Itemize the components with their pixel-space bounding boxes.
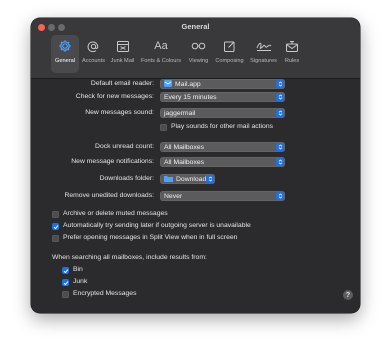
junk-tray-icon	[114, 37, 132, 55]
tab-rules[interactable]: Rules	[280, 35, 304, 73]
tab-label: Fonts & Colours	[140, 58, 182, 64]
default-reader-popup[interactable]: Mail.app	[160, 79, 285, 89]
compose-icon	[221, 37, 239, 55]
help-button[interactable]: ?	[343, 290, 353, 300]
chevron-updown-icon	[276, 158, 284, 166]
tab-accounts[interactable]: Accounts	[79, 35, 108, 73]
chevron-updown-icon	[206, 175, 214, 183]
tab-junk-mail[interactable]: Junk Mail	[108, 35, 137, 73]
archive-muted-label: Archive or delete muted messages	[63, 210, 168, 217]
encrypted-label: Encrypted Messages	[73, 290, 137, 297]
chevron-updown-icon	[276, 143, 284, 151]
notifications-popup[interactable]: All Mailboxes	[160, 157, 285, 167]
mail-app-icon	[164, 79, 172, 89]
archive-muted-checkbox[interactable]	[52, 211, 59, 218]
tab-label: Signatures	[250, 58, 277, 64]
preference-tabs: General Accounts Junk Mail Aa Fonts & Co…	[51, 35, 304, 73]
downloads-folder-label: Downloads folder:	[99, 175, 154, 182]
toolbar: General General Accounts Junk Mail Aa Fo…	[31, 18, 360, 79]
chevron-updown-icon	[276, 80, 284, 88]
default-reader-label: Default email reader:	[90, 80, 154, 87]
tab-label: Composing	[215, 58, 244, 64]
chevron-updown-icon	[276, 109, 284, 117]
remove-downloads-popup[interactable]: Never	[160, 191, 285, 201]
dock-unread-value: All Mailboxes	[164, 143, 205, 151]
tab-fonts-colours[interactable]: Aa Fonts & Colours	[137, 35, 185, 73]
search-heading: When searching all mailboxes, include re…	[52, 254, 207, 261]
tab-label: Viewing	[188, 58, 209, 64]
check-messages-popup[interactable]: Every 15 minutes	[160, 92, 285, 102]
folder-icon	[164, 175, 173, 184]
tab-signatures[interactable]: Signatures	[247, 35, 280, 73]
dock-unread-label: Dock unread count:	[95, 143, 154, 150]
play-sounds-checkbox[interactable]	[160, 124, 167, 131]
chevron-updown-icon	[276, 93, 284, 101]
rules-envelope-icon	[283, 37, 301, 55]
window-title: General	[181, 22, 210, 31]
checkmark-icon	[63, 280, 68, 285]
check-messages-value: Every 15 minutes	[164, 93, 217, 101]
new-sound-popup[interactable]: jaggermail	[160, 108, 285, 118]
check-messages-label: Check for new messages:	[75, 93, 154, 100]
auto-retry-label: Automatically try sending later if outgo…	[63, 222, 251, 229]
chevron-updown-icon	[276, 192, 284, 200]
junk-checkbox[interactable]	[62, 279, 69, 286]
notifications-value: All Mailboxes	[164, 158, 205, 166]
tab-viewing[interactable]: Viewing	[185, 35, 212, 73]
tab-general[interactable]: General	[51, 35, 79, 73]
checkmark-icon	[63, 268, 68, 273]
bin-checkbox[interactable]	[62, 267, 69, 274]
checkmark-icon	[53, 224, 58, 229]
downloads-folder-popup[interactable]: Downloads	[160, 174, 215, 184]
tab-label: Rules	[284, 58, 300, 64]
tab-composing[interactable]: Composing	[212, 35, 247, 73]
play-sounds-label: Play sounds for other mail actions	[171, 123, 274, 130]
preferences-window: General General Accounts Junk Mail Aa Fo…	[31, 18, 360, 313]
auto-retry-checkbox[interactable]	[52, 223, 59, 230]
signature-icon	[255, 37, 273, 55]
font-icon: Aa	[154, 40, 168, 52]
new-sound-label: New messages sound:	[85, 109, 154, 116]
gear-icon	[56, 37, 74, 55]
split-view-checkbox[interactable]	[52, 235, 59, 242]
notifications-label: New message notifications:	[71, 158, 154, 165]
dock-unread-popup[interactable]: All Mailboxes	[160, 142, 285, 152]
encrypted-checkbox[interactable]	[62, 291, 69, 298]
new-sound-value: jaggermail	[164, 109, 196, 117]
bin-label: Bin	[73, 266, 83, 273]
tab-label: General	[55, 58, 75, 64]
tab-label: Accounts	[81, 58, 105, 64]
tab-label: Junk Mail	[110, 58, 135, 64]
default-reader-value: Mail.app	[175, 80, 201, 88]
split-view-label: Prefer opening messages in Split View wh…	[63, 234, 238, 241]
remove-downloads-value: Never	[164, 192, 183, 200]
junk-label: Junk	[73, 278, 88, 285]
glasses-icon	[190, 37, 208, 55]
at-icon	[85, 37, 103, 55]
remove-downloads-label: Remove unedited downloads:	[64, 192, 154, 199]
